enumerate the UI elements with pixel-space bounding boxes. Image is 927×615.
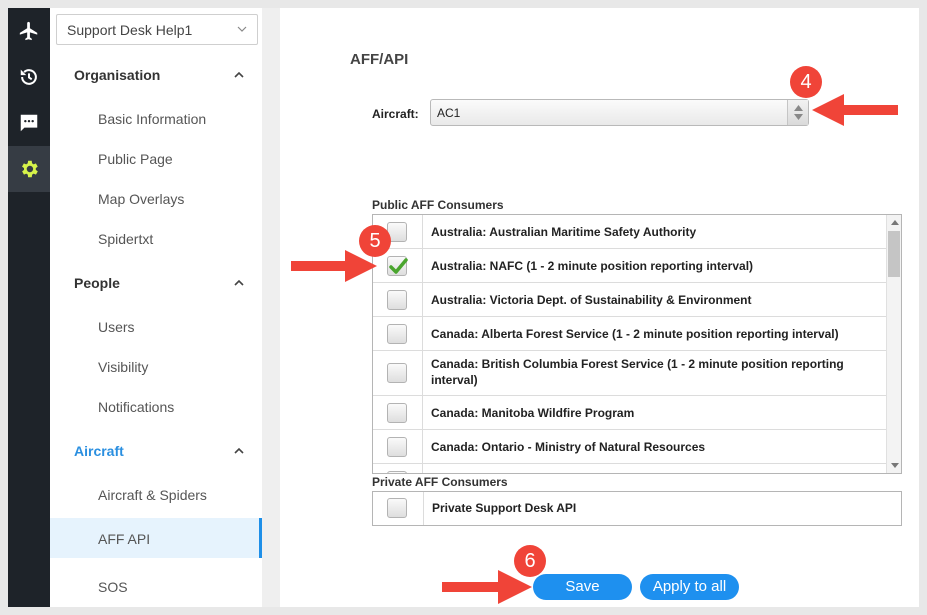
consumer-checkbox[interactable] bbox=[387, 324, 407, 344]
chevron-up-icon[interactable] bbox=[234, 279, 244, 287]
annotation-arrow-icon bbox=[812, 94, 898, 126]
apply-to-all-button[interactable]: Apply to all bbox=[640, 574, 739, 600]
list-item: Canada: Manitoba Wildfire Program bbox=[373, 396, 887, 430]
scroll-up-icon[interactable] bbox=[891, 220, 899, 225]
consumer-checkbox[interactable] bbox=[387, 403, 407, 423]
list-item: Australia: NAFC (1 - 2 minute position r… bbox=[373, 249, 887, 283]
list-scrollbar[interactable] bbox=[886, 215, 901, 473]
page-title: AFF/API bbox=[350, 51, 409, 68]
scroll-thumb[interactable] bbox=[888, 231, 900, 277]
sidebar-item-sos[interactable]: SOS bbox=[98, 579, 128, 595]
annotation-arrow-icon bbox=[291, 250, 377, 282]
list-item: Australia: Australian Maritime Safety Au… bbox=[373, 215, 887, 249]
sidebar-item-map-overlays[interactable]: Map Overlays bbox=[98, 191, 184, 207]
sidebar-item-visibility[interactable]: Visibility bbox=[98, 359, 148, 375]
sidebar-item-active-bg bbox=[50, 518, 262, 558]
consumer-checkbox[interactable] bbox=[387, 437, 407, 457]
consumer-name: Private Support Desk API bbox=[432, 501, 577, 515]
chevron-up-icon[interactable] bbox=[234, 71, 244, 79]
icon-rail bbox=[8, 8, 50, 607]
list-item-partial bbox=[373, 464, 887, 473]
spinner-arrows-icon bbox=[794, 105, 803, 120]
section-aircraft[interactable]: Aircraft bbox=[74, 443, 124, 459]
rail-item-flights[interactable] bbox=[8, 8, 50, 54]
list-item: Canada: Alberta Forest Service (1 - 2 mi… bbox=[373, 317, 887, 351]
consumer-name: Australia: NAFC (1 - 2 minute position r… bbox=[431, 259, 754, 273]
sidebar-item-users[interactable]: Users bbox=[98, 319, 135, 335]
history-icon bbox=[20, 69, 37, 85]
consumer-checkbox[interactable] bbox=[387, 290, 407, 310]
sidebar-scrollbar[interactable] bbox=[262, 8, 280, 607]
consumer-name: Australia: Australian Maritime Safety Au… bbox=[431, 225, 697, 239]
private-consumers-label: Private AFF Consumers bbox=[372, 475, 508, 489]
gear-icon bbox=[22, 160, 38, 178]
scroll-down-icon[interactable] bbox=[891, 463, 899, 468]
settings-sidebar: Support Desk Help1 Organisation Basic In… bbox=[50, 8, 262, 607]
consumer-checkbox[interactable] bbox=[387, 363, 407, 383]
checkmark-icon bbox=[389, 258, 408, 274]
list-item: Canada: Ontario - Ministry of Natural Re… bbox=[373, 430, 887, 464]
section-people[interactable]: People bbox=[74, 275, 120, 291]
account-select-value: Support Desk Help1 bbox=[67, 22, 193, 38]
consumer-name: Canada: Ontario - Ministry of Natural Re… bbox=[431, 440, 706, 454]
save-button[interactable]: Save bbox=[533, 574, 632, 600]
sidebar-item-aircraft-spiders[interactable]: Aircraft & Spiders bbox=[98, 487, 207, 503]
private-consumers-list: Private Support Desk API bbox=[372, 491, 902, 526]
consumer-name: Canada: British Columbia Forest Service … bbox=[431, 357, 844, 387]
aircraft-select[interactable]: AC1 bbox=[430, 99, 809, 126]
sidebar-item-aff-api[interactable]: AFF API bbox=[98, 531, 150, 547]
app-window: Support Desk Help1 Organisation Basic In… bbox=[8, 8, 919, 607]
sidebar-item-public-page[interactable]: Public Page bbox=[98, 151, 173, 167]
aircraft-spinner[interactable] bbox=[787, 100, 808, 125]
consumer-checkbox[interactable] bbox=[387, 498, 407, 518]
chat-icon bbox=[20, 114, 38, 132]
airplane-icon bbox=[19, 21, 38, 41]
list-item: Canada: British Columbia Forest Service … bbox=[373, 351, 887, 396]
rail-item-history[interactable] bbox=[8, 54, 50, 100]
public-consumers-label: Public AFF Consumers bbox=[372, 198, 504, 212]
rail-item-settings[interactable] bbox=[8, 146, 50, 192]
public-consumers-list: Australia: Australian Maritime Safety Au… bbox=[372, 214, 902, 474]
sidebar-item-spidertxt[interactable]: Spidertxt bbox=[98, 231, 153, 247]
aircraft-select-value: AC1 bbox=[437, 106, 461, 120]
chevron-up-icon[interactable] bbox=[234, 447, 244, 455]
consumer-name: Canada: Alberta Forest Service (1 - 2 mi… bbox=[431, 327, 839, 341]
sidebar-item-notifications[interactable]: Notifications bbox=[98, 399, 174, 415]
rail-item-messages[interactable] bbox=[8, 100, 50, 146]
section-organisation[interactable]: Organisation bbox=[74, 67, 160, 83]
consumer-checkbox[interactable] bbox=[387, 256, 408, 276]
sidebar-item-basic-information[interactable]: Basic Information bbox=[98, 111, 206, 127]
account-select[interactable]: Support Desk Help1 bbox=[56, 14, 258, 45]
annotation-arrow-icon bbox=[442, 570, 532, 604]
consumer-name: Canada: Manitoba Wildfire Program bbox=[431, 406, 635, 420]
chevron-down-icon bbox=[237, 26, 247, 32]
aircraft-label: Aircraft: bbox=[372, 107, 419, 121]
consumer-name: Australia: Victoria Dept. of Sustainabil… bbox=[431, 293, 752, 307]
consumer-checkbox[interactable] bbox=[387, 471, 407, 473]
list-item: Australia: Victoria Dept. of Sustainabil… bbox=[373, 283, 887, 317]
